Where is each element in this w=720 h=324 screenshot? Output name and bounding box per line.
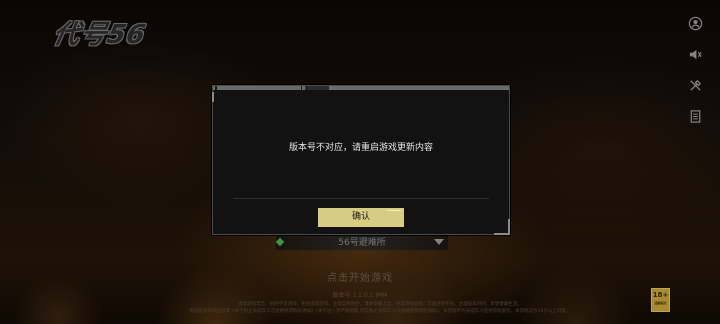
dialog-corner-accent [212,92,214,102]
top-bar-segment [301,86,302,90]
game-launch-screen: 代号56 56号避难所 点击开始游戏 版本号 1.1.0.1 IMM 健康游戏忠… [0,0,720,324]
confirm-button[interactable]: 确认 [318,208,404,227]
dialog-message: 版本号不对应，请重启游戏更新内容 [288,143,433,153]
button-highlight [387,210,401,211]
dialog-top-bar [213,86,509,90]
confirm-button-label: 确认 [351,212,370,222]
dialog-corner-accent [494,219,510,235]
version-mismatch-dialog: 版本号不对应，请重启游戏更新内容 确认 [212,85,510,235]
top-bar-segment [215,86,217,90]
top-bar-segment [305,86,329,90]
dialog-divider [233,198,489,199]
